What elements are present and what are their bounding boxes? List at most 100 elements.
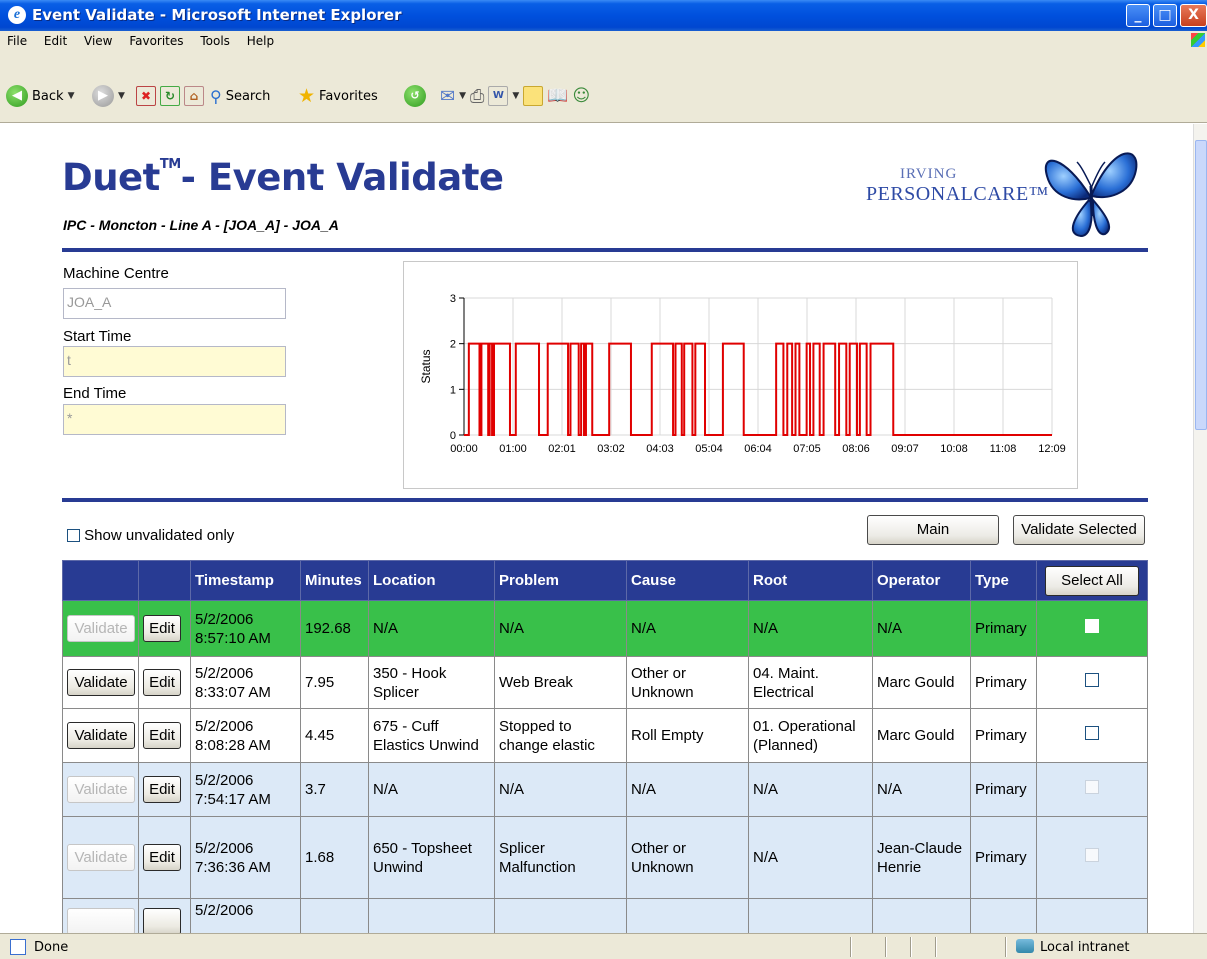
menu-edit[interactable]: Edit <box>37 31 73 48</box>
root-cell: N/A <box>748 600 873 657</box>
type-cell: Primary <box>970 816 1037 899</box>
show-unvalidated-option[interactable]: Show unvalidated only <box>67 527 234 544</box>
ie-app-icon: e <box>8 6 26 24</box>
location-cell: 650 - Topsheet Unwind <box>368 816 495 899</box>
x-tick-label: 03:02 <box>597 443 625 455</box>
table-row: Validate Edit 5/2/2006 8:57:10 AM 192.68 … <box>62 600 1148 657</box>
show-unvalidated-checkbox[interactable] <box>67 529 80 542</box>
header-cause[interactable]: Cause <box>626 560 749 601</box>
row-select-checkbox[interactable] <box>1085 726 1099 740</box>
edit-button[interactable]: Edit <box>143 722 181 749</box>
maximize-button[interactable]: □ <box>1153 4 1177 27</box>
vertical-scrollbar[interactable] <box>1193 124 1207 933</box>
operator-cell <box>872 898 971 933</box>
refresh-icon[interactable]: ↻ <box>160 86 180 106</box>
status-divider <box>885 937 887 957</box>
word-edit-icon[interactable]: W <box>488 86 509 106</box>
menu-favorites[interactable]: Favorites <box>122 31 189 48</box>
minutes-cell: 4.45 <box>300 708 369 763</box>
search-icon: ⚲ <box>210 86 222 106</box>
research-icon[interactable]: 📖 <box>547 86 568 106</box>
y-axis-label: Status <box>419 349 433 383</box>
x-tick-label: 05:04 <box>695 443 723 455</box>
type-cell <box>970 898 1037 933</box>
search-button[interactable]: ⚲ Search <box>210 83 270 109</box>
logo-text-top: IRVING <box>900 166 958 182</box>
intranet-zone-icon <box>1016 939 1034 953</box>
type-cell: Primary <box>970 656 1037 709</box>
header-type[interactable]: Type <box>970 560 1037 601</box>
home-icon[interactable]: ⌂ <box>184 86 204 106</box>
edit-button[interactable]: Edit <box>143 669 181 696</box>
minimize-button[interactable]: _ <box>1126 4 1150 27</box>
header-minutes[interactable]: Minutes <box>300 560 369 601</box>
browser-toolbar: ◀ Back ▼ ▶ ▼ ✖ ↻ ⌂ ⚲ Search ★ Favorites … <box>0 51 1207 123</box>
row-select-checkbox[interactable] <box>1085 619 1099 633</box>
close-button[interactable]: X <box>1180 4 1207 27</box>
root-cell <box>748 898 873 933</box>
messenger-icon[interactable]: ☺ <box>573 86 591 106</box>
mail-dropdown-icon[interactable]: ▼ <box>459 91 466 101</box>
status-chart-svg: 00:00 01:00 02:01 03:02 04:03 05:04 06:04 07:05… <box>419 293 1066 455</box>
problem-cell: N/A <box>494 600 627 657</box>
edit-button[interactable]: Edit <box>143 615 181 642</box>
main-button[interactable]: Main <box>867 515 999 545</box>
header-timestamp[interactable]: Timestamp <box>190 560 301 601</box>
discuss-icon[interactable] <box>523 86 544 106</box>
edit-button[interactable]: Edit <box>143 844 181 871</box>
header-location[interactable]: Location <box>368 560 495 601</box>
back-button[interactable]: ◀ Back ▼ <box>6 83 74 109</box>
end-time-field[interactable]: * <box>63 404 286 435</box>
x-tick-label: 08:06 <box>842 443 870 455</box>
x-tick-label: 07:05 <box>793 443 821 455</box>
root-cell: 01. Operational (Planned) <box>748 708 873 763</box>
scrollbar-thumb[interactable] <box>1195 140 1207 430</box>
events-table: Timestamp Minutes Location Problem Cause… <box>62 560 1148 933</box>
back-label: Back <box>32 88 64 104</box>
edit-button[interactable]: Edit <box>143 776 181 803</box>
validate-button[interactable]: Validate <box>67 722 135 749</box>
stop-icon[interactable]: ✖ <box>136 86 156 106</box>
back-dropdown-icon[interactable]: ▼ <box>68 91 75 101</box>
header-root[interactable]: Root <box>748 560 873 601</box>
start-time-field[interactable]: t <box>63 346 286 377</box>
row-select-checkbox[interactable] <box>1085 673 1099 687</box>
star-icon: ★ <box>298 85 316 107</box>
type-cell: Primary <box>970 708 1037 763</box>
page-subtitle: IPC - Moncton - Line A - [JOA_A] - JOA_A <box>63 217 339 233</box>
timestamp-cell: 5/2/2006 8:08:28 AM <box>190 708 301 763</box>
search-label: Search <box>225 88 271 104</box>
menu-tools[interactable]: Tools <box>193 31 236 48</box>
windows-flag-icon <box>1191 33 1205 47</box>
root-cell: 04. Maint. Electrical <box>748 656 873 709</box>
print-icon[interactable]: ⎙ <box>470 86 484 107</box>
chart-rule <box>62 498 1148 502</box>
forward-dropdown-icon[interactable]: ▼ <box>118 91 125 101</box>
favorites-button[interactable]: ★ Favorites <box>298 83 378 109</box>
select-all-button[interactable]: Select All <box>1045 565 1139 596</box>
validate-button[interactable]: Validate <box>67 669 135 696</box>
problem-cell: N/A <box>494 762 627 817</box>
validate-selected-button[interactable]: Validate Selected <box>1013 515 1145 545</box>
header-problem[interactable]: Problem <box>494 560 627 601</box>
mail-icon[interactable]: ✉ <box>440 86 455 107</box>
edit-button[interactable] <box>143 907 181 933</box>
location-cell: 350 - Hook Splicer <box>368 656 495 709</box>
machine-centre-field[interactable]: JOA_A <box>63 288 286 319</box>
x-tick-label: 11:08 <box>990 443 1017 455</box>
edit-dropdown-icon[interactable]: ▼ <box>512 91 519 101</box>
timestamp-cell: 5/2/2006 7:54:17 AM <box>190 762 301 817</box>
window-titlebar: e Event Validate - Microsoft Internet Ex… <box>0 0 1207 31</box>
y-tick-label: 1 <box>450 384 456 396</box>
header-operator[interactable]: Operator <box>872 560 971 601</box>
validate-button: Validate <box>67 844 135 871</box>
menu-file[interactable]: File <box>0 31 33 48</box>
forward-button[interactable]: ▶ ▼ <box>92 83 125 109</box>
menu-view[interactable]: View <box>77 31 118 48</box>
x-tick-label: 04:03 <box>646 443 674 455</box>
location-cell <box>368 898 495 933</box>
menu-help[interactable]: Help <box>240 31 280 48</box>
minutes-cell <box>300 898 369 933</box>
y-tick-label: 3 <box>450 293 456 305</box>
history-icon[interactable]: ↺ <box>404 85 426 107</box>
